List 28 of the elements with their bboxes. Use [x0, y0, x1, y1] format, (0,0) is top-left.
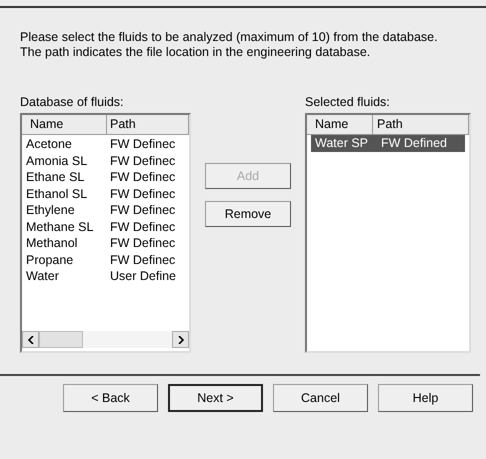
- scroll-left-button[interactable]: [22, 331, 39, 348]
- list-row[interactable]: Methanol FW Definec: [22, 235, 189, 252]
- list-label: Database of fluids:: [20, 95, 125, 109]
- list-row[interactable]: Water SP FW Defined: [311, 135, 465, 152]
- remove-button[interactable]: Remove: [205, 201, 291, 227]
- list-row[interactable]: Water User Define: [22, 268, 189, 284]
- instructions-text: Please select the fluids to be analyzed (maximum of 10) from the database. The path indicates the file location in the engineering database.: [20, 30, 439, 60]
- back-button[interactable]: < Back: [63, 384, 158, 412]
- list-row[interactable]: Propane FW Definec: [22, 252, 189, 268]
- column-header[interactable]: Path: [373, 115, 469, 134]
- fluid-database-list[interactable]: Name Path Acetone FW Definec Amonia SL FW Definec Ethane SL FW Definec Ethanol SL FW Definec Ethylene FW Definec Methane SL FW Definec Methanol FW Definec Propane FW Definec Water User Define: [20, 113, 191, 353]
- column-header[interactable]: Name: [307, 115, 373, 134]
- help-button[interactable]: Help: [378, 384, 473, 412]
- cancel-button[interactable]: Cancel: [273, 384, 368, 412]
- list-row[interactable]: Methane SL FW Definec: [22, 218, 189, 235]
- list-row[interactable]: Ethane SL FW Definec: [22, 169, 189, 186]
- scroll-thumb[interactable]: [39, 331, 83, 348]
- scroll-right-button[interactable]: [172, 331, 189, 348]
- column-header[interactable]: Path: [107, 115, 189, 134]
- list-row[interactable]: Amonia SL FW Definec: [22, 152, 189, 169]
- list-row[interactable]: Ethanol SL FW Definec: [22, 186, 189, 202]
- column-header[interactable]: Name: [22, 115, 107, 134]
- list-label: Selected fluids:: [305, 95, 391, 109]
- selected-fluids-list[interactable]: Name Path Water SP FW Defined: [305, 113, 471, 353]
- list-row[interactable]: Ethylene FW Definec: [22, 202, 189, 218]
- next-button[interactable]: Next >: [168, 384, 263, 412]
- horizontal-scrollbar[interactable]: [22, 331, 189, 348]
- list-row[interactable]: Acetone FW Definec: [22, 136, 189, 152]
